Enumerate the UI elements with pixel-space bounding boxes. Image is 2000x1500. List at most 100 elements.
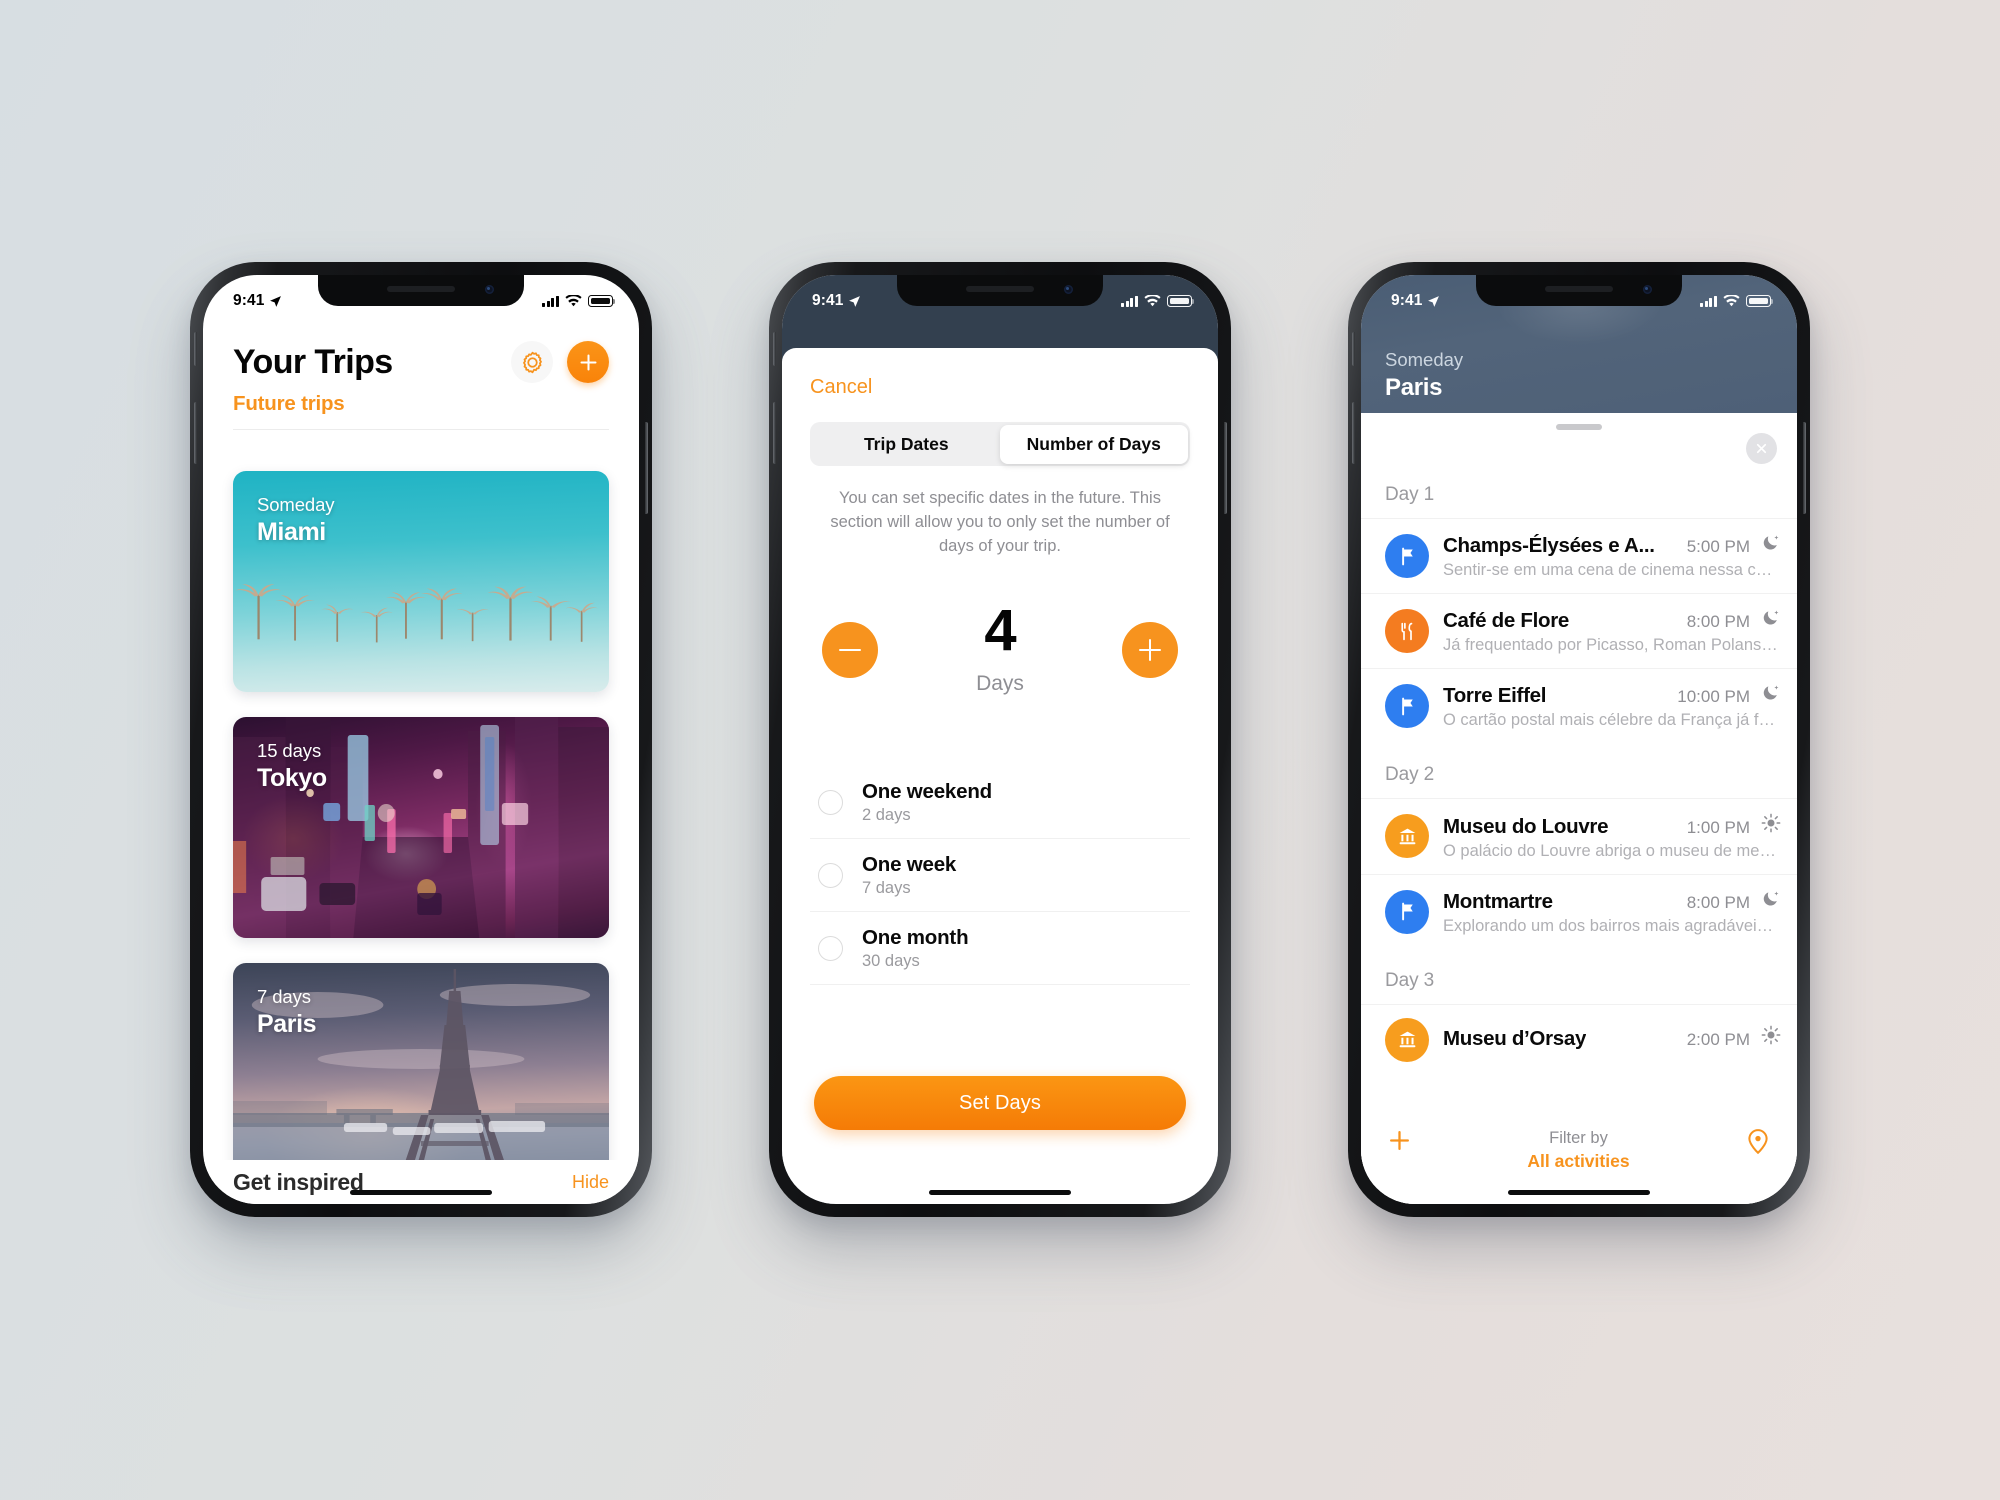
status-time: 9:41 bbox=[233, 292, 265, 309]
option-one-weekend[interactable]: One weekend 2 days bbox=[810, 766, 1190, 839]
activity-row[interactable]: Torre Eiffel 10:00 PM O cartão postal ma… bbox=[1361, 668, 1797, 743]
wifi-icon bbox=[565, 295, 582, 307]
radio-icon[interactable] bbox=[818, 936, 843, 961]
earpiece-speaker bbox=[1545, 286, 1613, 292]
settings-button[interactable] bbox=[511, 341, 553, 383]
hide-button[interactable]: Hide bbox=[572, 1172, 609, 1193]
days-stepper[interactable]: 4 Days bbox=[822, 601, 1178, 696]
activity-time: 8:00 PM bbox=[1686, 612, 1750, 631]
option-title: One weekend bbox=[862, 780, 992, 803]
front-camera bbox=[485, 285, 494, 294]
add-activity-button[interactable] bbox=[1387, 1128, 1412, 1158]
power-button[interactable] bbox=[1224, 422, 1227, 514]
flag-icon bbox=[1385, 684, 1429, 728]
home-indicator[interactable] bbox=[929, 1190, 1071, 1195]
status-right bbox=[1121, 295, 1195, 307]
map-view-button[interactable] bbox=[1745, 1128, 1771, 1161]
option-text: One month 30 days bbox=[862, 926, 969, 971]
decrement-days-button[interactable] bbox=[822, 621, 878, 678]
activity-row[interactable]: Café de Flore 8:00 PM Já frequentado por… bbox=[1361, 593, 1797, 668]
home-indicator[interactable] bbox=[1508, 1190, 1650, 1195]
power-button[interactable] bbox=[1803, 422, 1806, 514]
add-trip-button[interactable] bbox=[567, 341, 609, 383]
days-readout: 4 Days bbox=[976, 601, 1024, 696]
activity-row[interactable]: Museu do Louvre 1:00 PM O palácio do Lou… bbox=[1361, 798, 1797, 874]
trip-card-tokyo[interactable]: 15 days Tokyo bbox=[233, 717, 609, 938]
trip-duration: Someday bbox=[257, 494, 335, 515]
tab-trip-dates[interactable]: Trip Dates bbox=[813, 425, 1001, 464]
mode-segmented-control[interactable]: Trip Dates Number of Days bbox=[810, 422, 1190, 466]
activity-top-row: Champs-Élysées e A... 5:00 PM bbox=[1443, 532, 1781, 558]
activity-name: Museu do Louvre bbox=[1443, 814, 1609, 838]
activity-description: O palácio do Louvre abriga o museu de me… bbox=[1443, 841, 1781, 860]
preset-options-list[interactable]: One weekend 2 days One week 7 days One m… bbox=[810, 766, 1190, 985]
title-row: Your Trips bbox=[233, 337, 609, 387]
trip-duration-label: Someday bbox=[1385, 349, 1464, 370]
page-title: Your Trips bbox=[233, 342, 393, 381]
battery-icon bbox=[1167, 295, 1195, 307]
moon-icon bbox=[1760, 888, 1781, 909]
trip-card-paris[interactable]: 7 days Paris bbox=[233, 963, 609, 1184]
trip-city-label: Paris bbox=[1385, 374, 1443, 401]
home-indicator[interactable] bbox=[350, 1190, 492, 1195]
activity-top-row: Museu d’Orsay 2:00 PM bbox=[1443, 1025, 1781, 1052]
phone1-screen: 9:41 Your Trips Future trips Someday Mia… bbox=[203, 275, 639, 1204]
option-title: One month bbox=[862, 926, 969, 949]
activity-list[interactable]: Day 1 Champs-Élysées e A... 5:00 PM Sent… bbox=[1361, 459, 1797, 1204]
tab-number-of-days[interactable]: Number of Days bbox=[1000, 424, 1188, 464]
activity-time: 8:00 PM bbox=[1686, 892, 1750, 912]
trip-city: Tokyo bbox=[257, 764, 327, 793]
power-button[interactable] bbox=[645, 422, 648, 514]
moon-icon bbox=[1760, 532, 1781, 553]
status-right bbox=[542, 295, 616, 307]
moon-icon bbox=[1760, 682, 1781, 703]
day-label-3: Day 3 bbox=[1385, 969, 1435, 991]
activity-name: Champs-Élysées e A... bbox=[1443, 534, 1655, 557]
trip-city: Paris bbox=[257, 1010, 317, 1039]
activity-name: Café de Flore bbox=[1443, 609, 1569, 632]
trip-card-caption: 7 days Paris bbox=[257, 985, 317, 1039]
map-pin-icon bbox=[1748, 1129, 1768, 1155]
earpiece-speaker bbox=[966, 286, 1034, 292]
close-icon bbox=[1756, 443, 1767, 454]
status-time: 9:41 bbox=[812, 292, 844, 309]
get-inspired-label[interactable]: Get inspired bbox=[233, 1169, 364, 1196]
cancel-button[interactable]: Cancel bbox=[810, 376, 872, 399]
option-one-month[interactable]: One month 30 days bbox=[810, 912, 1190, 985]
header-divider bbox=[233, 429, 609, 430]
sheet-grabber[interactable] bbox=[1556, 424, 1602, 430]
phone-number-of-days: 9:41 Cancel Trip Dates Number of Days Yo… bbox=[769, 262, 1231, 1217]
radio-icon[interactable] bbox=[818, 790, 843, 815]
set-days-button[interactable]: Set Days bbox=[814, 1076, 1186, 1130]
option-one-week[interactable]: One week 7 days bbox=[810, 839, 1190, 912]
filter-control[interactable]: Filter by All activities bbox=[1527, 1128, 1629, 1173]
radio-icon[interactable] bbox=[818, 863, 843, 888]
activity-row[interactable]: Champs-Élysées e A... 5:00 PM Sentir-se … bbox=[1361, 518, 1797, 593]
status-right bbox=[1700, 295, 1774, 307]
gear-icon bbox=[522, 351, 542, 373]
phone-itinerary: Someday Paris 9:41 Day 1 Champs-Élysées … bbox=[1348, 262, 1810, 1217]
activity-body: Montmartre 8:00 PM Explorando um dos bai… bbox=[1443, 888, 1781, 936]
activity-top-row: Torre Eiffel 10:00 PM bbox=[1443, 682, 1781, 708]
day-label-1: Day 1 bbox=[1385, 484, 1435, 505]
trip-card-miami[interactable]: Someday Miami bbox=[233, 471, 609, 692]
wifi-icon bbox=[1723, 295, 1740, 307]
activity-name: Torre Eiffel bbox=[1443, 684, 1547, 707]
notch bbox=[1476, 275, 1682, 306]
increment-days-button[interactable] bbox=[1121, 621, 1178, 678]
status-left: 9:41 bbox=[233, 292, 282, 310]
plus-icon bbox=[1390, 1131, 1409, 1150]
trip-list[interactable]: Someday Miami 15 days Tokyo 7 days Paris bbox=[233, 471, 609, 1204]
phone1-header: Your Trips Future trips bbox=[203, 337, 639, 430]
restaurant-icon bbox=[1385, 609, 1429, 653]
trip-duration: 15 days bbox=[257, 740, 322, 761]
moon-icon bbox=[1760, 607, 1781, 628]
activity-row[interactable]: Museu d’Orsay 2:00 PM bbox=[1361, 1003, 1797, 1075]
activity-top-row: Museu do Louvre 1:00 PM bbox=[1443, 812, 1781, 839]
activity-description: Já frequentado por Picasso, Roman Polans… bbox=[1443, 636, 1781, 654]
trip-city: Miami bbox=[257, 518, 326, 547]
activity-row[interactable]: Montmartre 8:00 PM Explorando um dos bai… bbox=[1361, 873, 1797, 949]
activity-body: Museu d’Orsay 2:00 PM bbox=[1443, 1025, 1781, 1055]
itinerary-sheet: Day 1 Champs-Élysées e A... 5:00 PM Sent… bbox=[1361, 413, 1797, 1204]
museum-icon bbox=[1385, 814, 1429, 859]
